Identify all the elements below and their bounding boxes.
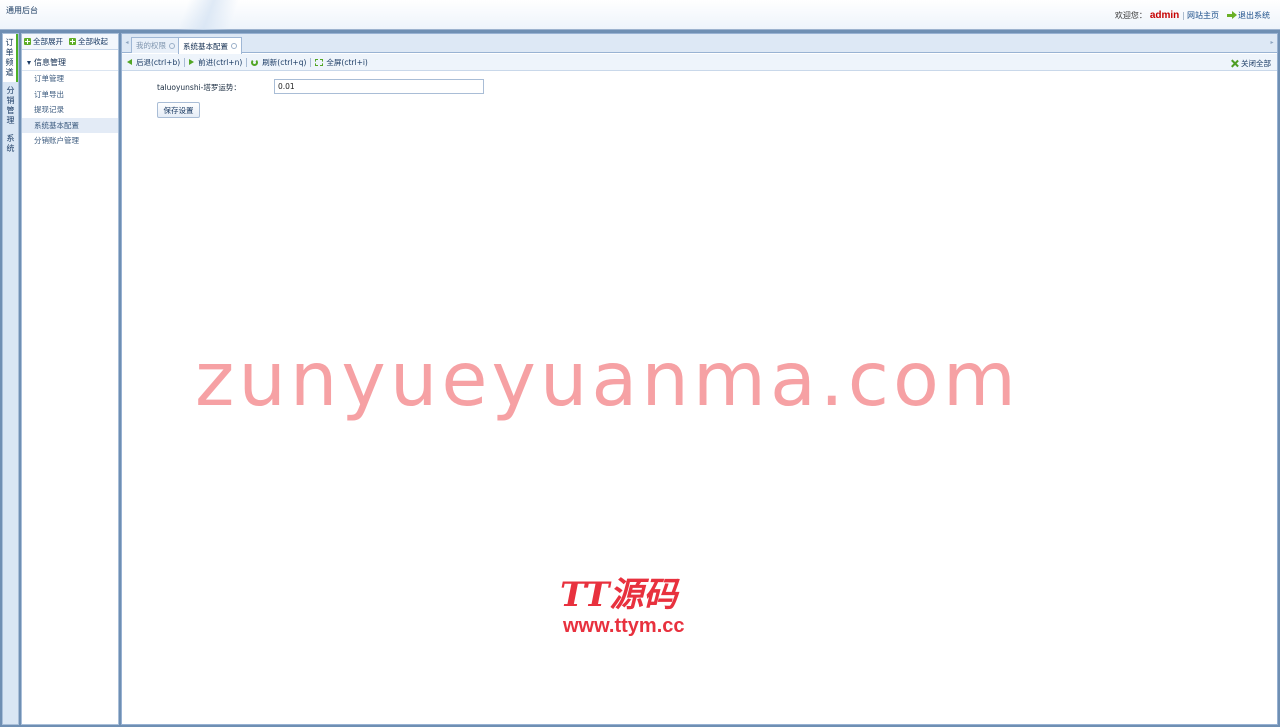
forward-label: 前进(ctrl+n) bbox=[198, 57, 243, 67]
sidebar-toolbar: 全部展开 全部收起 bbox=[22, 34, 118, 50]
back-label: 后退(ctrl+b) bbox=[136, 57, 181, 67]
sidebar-group-label: 信息管理 bbox=[34, 58, 66, 67]
triangle-down-icon bbox=[27, 60, 31, 65]
vtab-system[interactable]: 系统 bbox=[3, 130, 18, 158]
back-button[interactable]: 后退(ctrl+b) bbox=[127, 57, 180, 68]
tab-label: 系统基本配置 bbox=[183, 41, 228, 51]
collapse-all-button[interactable]: 全部收起 bbox=[69, 36, 108, 47]
channel-tab-bar: 订单频道 分销管理 系统 bbox=[2, 33, 19, 725]
sidebar-item-order-management[interactable]: 订单管理 bbox=[22, 71, 118, 87]
fullscreen-icon bbox=[315, 58, 324, 66]
fullscreen-button[interactable]: 全屏(ctrl+i) bbox=[315, 57, 368, 68]
arrow-left-icon bbox=[127, 59, 132, 65]
tab-close-icon[interactable] bbox=[169, 42, 175, 49]
tab-close-icon[interactable] bbox=[231, 43, 237, 49]
taluoyunshi-input[interactable] bbox=[274, 79, 484, 94]
sidebar-item-order-export[interactable]: 订单导出 bbox=[22, 87, 118, 103]
plus-icon bbox=[69, 38, 76, 45]
toolbar-divider bbox=[310, 57, 312, 67]
app-title: 通用后台 bbox=[6, 6, 38, 15]
plus-icon bbox=[24, 38, 31, 45]
nav-toolbar: 后退(ctrl+b) 前进(ctrl+n) 刷新(ctrl+q) 全屏(ctrl… bbox=[122, 54, 1277, 71]
sidebar-group-info[interactable]: 信息管理 bbox=[22, 55, 118, 71]
sidebar-item-withdraw-records[interactable]: 提现记录 bbox=[22, 102, 118, 118]
close-x-icon bbox=[1231, 60, 1238, 67]
tab-my-permissions[interactable]: 我的权限 bbox=[131, 37, 180, 53]
logout-link[interactable]: 退出系统 bbox=[1238, 10, 1270, 21]
refresh-label: 刷新(ctrl+q) bbox=[262, 57, 307, 67]
close-all-button[interactable]: 关闭全部 bbox=[1231, 58, 1271, 69]
site-home-link[interactable]: 网站主页 bbox=[1187, 10, 1219, 21]
sidebar: 全部展开 全部收起 信息管理 订单管理 订单导出 提现记录 系统基本配置 分销账… bbox=[21, 33, 119, 725]
refresh-button[interactable]: 刷新(ctrl+q) bbox=[251, 57, 306, 68]
close-all-label: 关闭全部 bbox=[1241, 59, 1271, 68]
arrow-right-icon bbox=[189, 59, 195, 65]
sidebar-item-distribution-accounts[interactable]: 分销账户管理 bbox=[22, 133, 118, 149]
header-separator: | bbox=[1182, 11, 1185, 20]
expand-all-button[interactable]: 全部展开 bbox=[24, 36, 63, 47]
main-panel: ◂ 我的权限 系统基本配置 ▸ 后退(ctrl+b) 前进(ctrl+n) 刷新… bbox=[121, 33, 1278, 725]
header-user-area: 欢迎您： admin | 网站主页 退出系统 bbox=[1115, 10, 1270, 21]
tab-scroll-right-icon[interactable]: ▸ bbox=[1269, 38, 1275, 48]
collapse-all-label: 全部收起 bbox=[78, 37, 108, 46]
welcome-text: 欢迎您： bbox=[1114, 11, 1147, 20]
tab-scroll-left-icon[interactable]: ◂ bbox=[124, 38, 130, 48]
toolbar-divider bbox=[184, 57, 186, 67]
toolbar-divider bbox=[246, 57, 248, 67]
sidebar-item-system-config[interactable]: 系统基本配置 bbox=[22, 117, 118, 133]
tab-label: 我的权限 bbox=[136, 41, 166, 50]
refresh-icon bbox=[251, 58, 259, 66]
vtab-distribution[interactable]: 分销管理 bbox=[3, 82, 18, 130]
save-settings-button[interactable]: 保存设置 bbox=[157, 102, 200, 118]
tab-system-config[interactable]: 系统基本配置 bbox=[178, 37, 242, 54]
tab-bar: ◂ 我的权限 系统基本配置 ▸ bbox=[122, 34, 1277, 54]
logout-arrow-icon[interactable] bbox=[1227, 11, 1237, 20]
username: admin bbox=[1149, 10, 1180, 21]
expand-all-label: 全部展开 bbox=[33, 37, 63, 46]
vtab-order-channel[interactable]: 订单频道 bbox=[3, 34, 18, 82]
top-header: 通用后台 欢迎您： admin | 网站主页 退出系统 bbox=[0, 0, 1280, 30]
forward-button[interactable]: 前进(ctrl+n) bbox=[189, 57, 242, 68]
fullscreen-label: 全屏(ctrl+i) bbox=[326, 57, 368, 67]
field-label-taluoyunshi: taluoyunshi-塔罗运势： bbox=[157, 83, 241, 92]
